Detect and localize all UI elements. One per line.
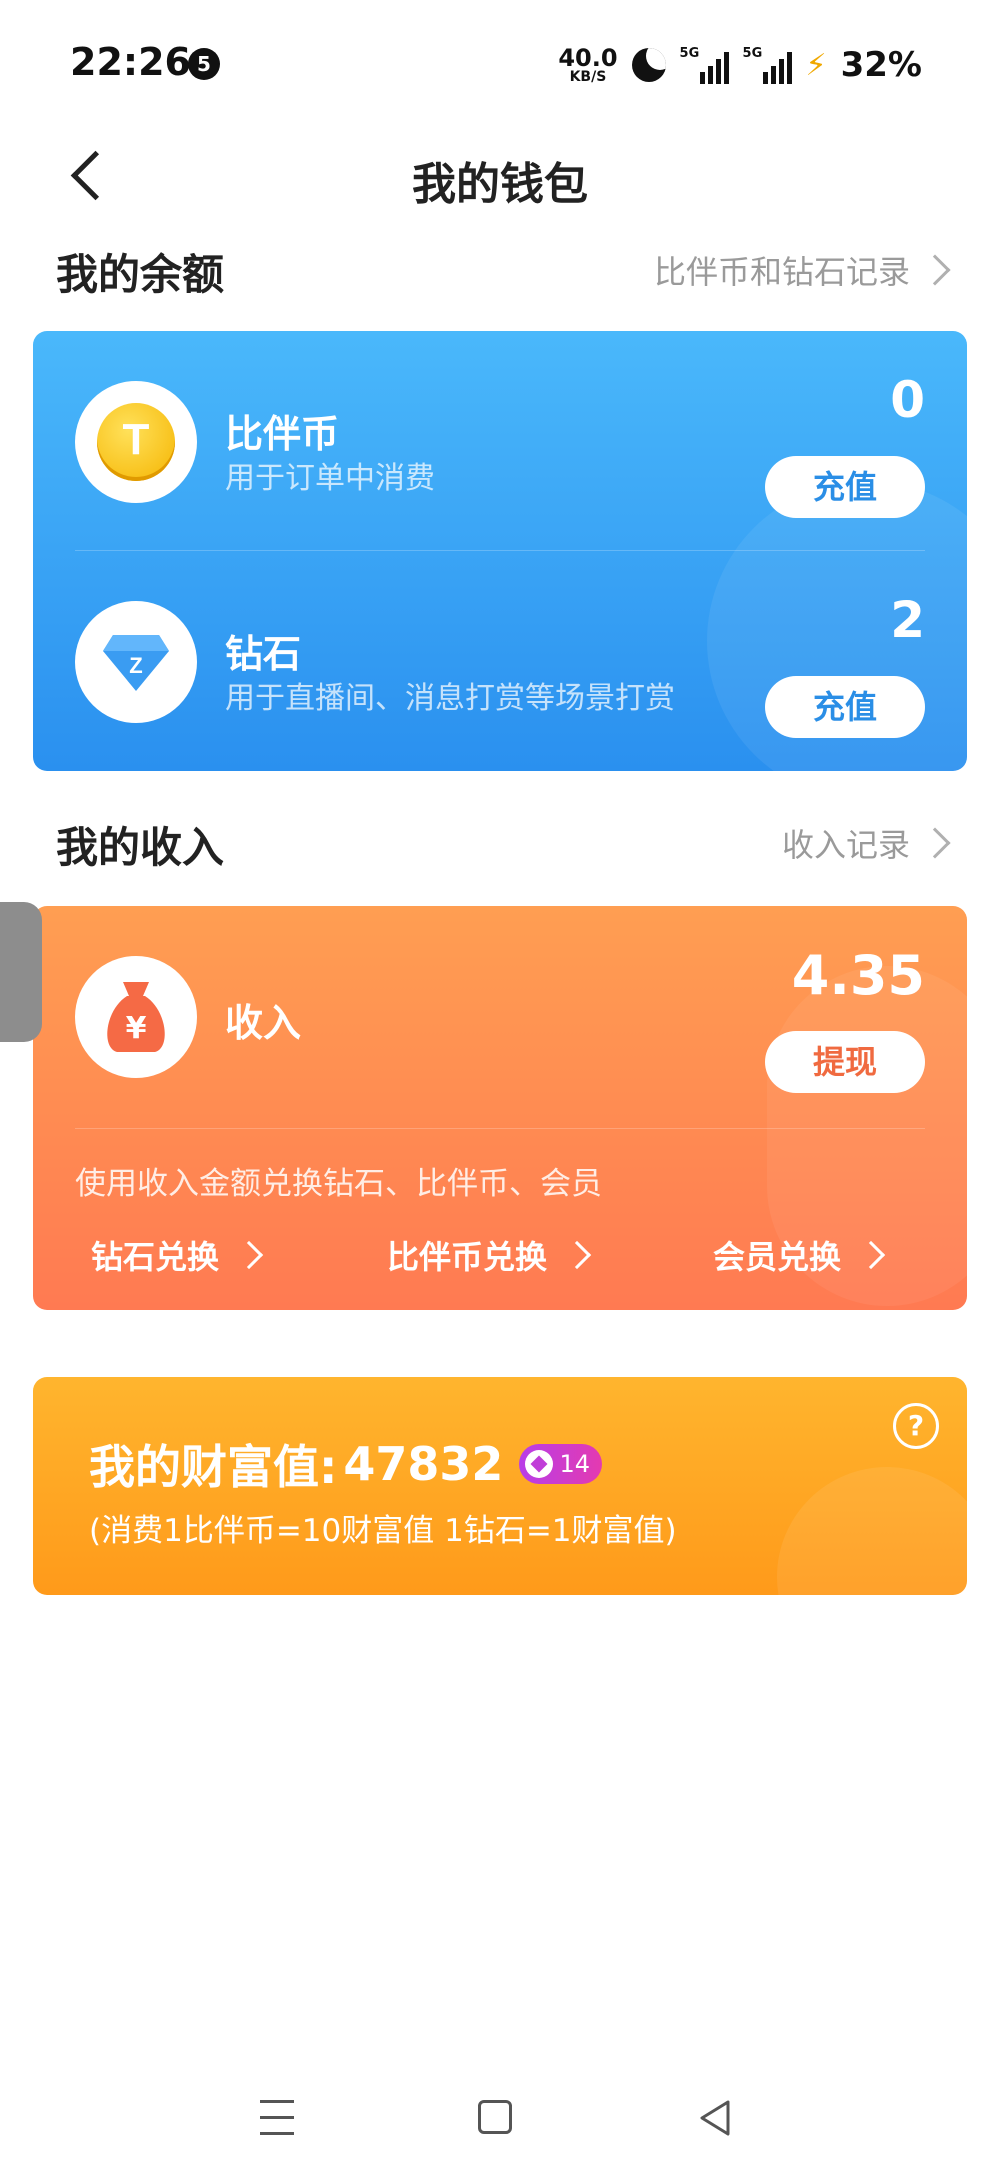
divider [75, 1128, 925, 1129]
chevron-right-icon [234, 1240, 264, 1270]
status-time: 22:26 [70, 40, 191, 84]
diamond-icon-wrapper: Z [75, 601, 197, 723]
wealth-summary: 我的财富值: 47832 14 [89, 1431, 602, 1497]
diamond-icon: Z [103, 635, 169, 691]
diamond-balance-row: Z 钻石 用于直播间、消息打赏等场景打赏 2 充值 [33, 551, 967, 771]
money-bag-icon-wrapper: ¥ [75, 956, 197, 1078]
income-value: 4.35 [791, 944, 925, 1007]
coin-icon [97, 403, 175, 481]
wealth-label: 我的财富值: [89, 1440, 338, 1494]
app-header: 我的钱包 [0, 130, 1000, 220]
coin-icon-wrapper [75, 381, 197, 503]
wealth-level-badge: 14 [519, 1444, 602, 1484]
diamond-recharge-button[interactable]: 充值 [765, 676, 925, 738]
chevron-right-icon [856, 1240, 886, 1270]
status-icons: 40.0 KB/S 5G 5G ⚡ 32% [558, 40, 922, 90]
balance-section-header: 我的余额 比伴币和钻石记录 [56, 235, 951, 299]
balance-card: 比伴币 用于订单中消费 0 充值 Z 钻石 用于直播间、消息打赏等场景打赏 2 … [33, 331, 967, 771]
income-record-link[interactable]: 收入记录 [781, 820, 951, 866]
balance-section-title: 我的余额 [56, 250, 225, 299]
signal-icon: 5G [743, 46, 792, 84]
page-title: 我的钱包 [412, 159, 588, 210]
diamond-exchange-link[interactable]: 钻石兑换 [91, 1232, 264, 1278]
withdraw-button[interactable]: 提现 [765, 1031, 925, 1093]
chevron-right-icon [919, 254, 951, 286]
exchange-options: 钻石兑换 比伴币兑换 会员兑换 [33, 1226, 967, 1286]
coin-exchange-label: 比伴币兑换 [387, 1238, 548, 1276]
charging-icon: ⚡ [805, 47, 827, 83]
diamond-description: 用于直播间、消息打赏等场景打赏 [225, 681, 675, 716]
battery-level: 32% [840, 45, 922, 85]
chevron-right-icon [562, 1240, 592, 1270]
income-section-title: 我的收入 [56, 823, 225, 872]
chevron-right-icon [919, 827, 951, 859]
network-speed-value: 40.0 [558, 44, 618, 72]
floating-side-tab[interactable] [0, 902, 42, 1042]
income-description: 使用收入金额兑换钻石、比伴币、会员 [75, 1166, 602, 1202]
wealth-note: (消费1比伴币=10财富值 1钻石=1财富值) [89, 1513, 677, 1549]
income-record-label: 收入记录 [781, 826, 910, 864]
coin-balance-value: 0 [890, 371, 925, 429]
membership-exchange-label: 会员兑换 [713, 1238, 842, 1276]
balance-record-link[interactable]: 比伴币和钻石记录 [653, 247, 951, 293]
status-bar: 22:26 5 40.0 KB/S 5G 5G ⚡ 32% [0, 0, 1000, 130]
recent-apps-button[interactable] [260, 2100, 296, 2136]
gem-icon [525, 1450, 554, 1478]
svg-text:¥: ¥ [126, 1011, 147, 1046]
coin-balance-row: 比伴币 用于订单中消费 0 充值 [33, 331, 967, 551]
svg-text:Z: Z [129, 653, 142, 678]
income-section-header: 我的收入 收入记录 [56, 808, 951, 872]
card-decoration [777, 1467, 967, 1595]
signal-network-tag: 5G [742, 46, 763, 61]
membership-exchange-link[interactable]: 会员兑换 [713, 1232, 886, 1278]
income-name: 收入 [225, 1001, 302, 1045]
back-triangle-button[interactable] [696, 2098, 736, 2138]
signal-network-tag: 5G [679, 46, 700, 61]
coin-name: 比伴币 [225, 412, 340, 456]
coin-description: 用于订单中消费 [225, 461, 435, 496]
diamond-balance-value: 2 [890, 591, 925, 649]
home-button[interactable] [478, 2100, 512, 2134]
system-navigation-bar [0, 2080, 1000, 2160]
income-card: ¥ 收入 4.35 提现 使用收入金额兑换钻石、比伴币、会员 钻石兑换 比伴币兑… [33, 906, 967, 1310]
coin-exchange-link[interactable]: 比伴币兑换 [387, 1232, 592, 1278]
wealth-value: 47832 [343, 1437, 504, 1491]
wealth-card: 我的财富值: 47832 14 (消费1比伴币=10财富值 1钻石=1财富值) … [33, 1377, 967, 1595]
do-not-disturb-icon [631, 48, 666, 82]
notification-count-badge: 5 [188, 48, 220, 80]
wealth-level: 14 [559, 1450, 590, 1478]
diamond-name: 钻石 [225, 632, 302, 676]
diamond-exchange-label: 钻石兑换 [91, 1238, 220, 1276]
signal-icon: 5G [680, 46, 729, 84]
help-icon[interactable]: ? [893, 1403, 939, 1449]
coin-recharge-button[interactable]: 充值 [765, 456, 925, 518]
network-speed: 40.0 KB/S [558, 46, 617, 84]
money-bag-icon: ¥ [107, 982, 165, 1052]
balance-record-label: 比伴币和钻石记录 [653, 253, 910, 291]
network-speed-unit: KB/S [569, 69, 607, 85]
